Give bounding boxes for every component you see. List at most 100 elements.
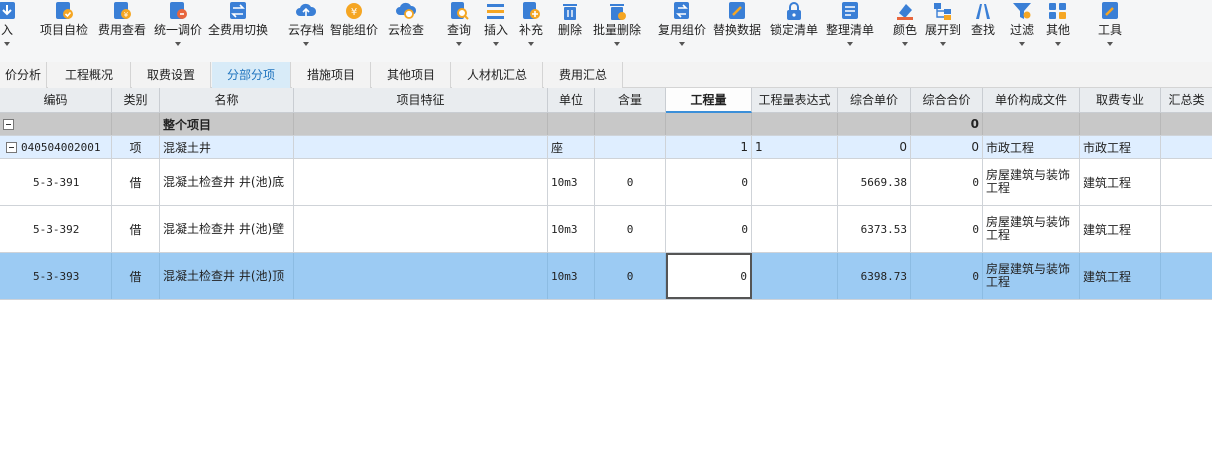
tab-other-items[interactable]: 其他项目 [372,62,451,88]
row-name[interactable]: 混凝土检查井 井(池)顶 [160,253,294,299]
collapse-icon[interactable] [3,118,14,130]
cloud-archive-button[interactable]: 云存档 [285,0,327,60]
row-total-price[interactable]: 0 [911,253,983,299]
table-row-total[interactable]: 整个项目 0 [0,113,1212,136]
row-feature[interactable] [294,206,548,252]
table-row-selected[interactable]: 5-3-393 借 混凝土检查井 井(池)顶 10m3 0 0 6398.73 … [0,253,1212,300]
row-content[interactable]: 0 [595,253,666,299]
row-unit[interactable]: 10m3 [548,159,595,205]
row-total-price[interactable]: 0 [911,159,983,205]
item-quantity-expr[interactable]: 1 [752,136,838,158]
query-button[interactable]: 查询 [443,0,475,60]
row-price-file[interactable]: 房屋建筑与装饰工程 [983,253,1080,299]
insert-button[interactable]: 插入 [480,0,512,60]
tab-price-analysis[interactable]: 价分析 [0,62,47,88]
lock-list-button[interactable]: 锁定清单 [767,0,821,60]
table-row[interactable]: 5-3-392 借 混凝土检查井 井(池)壁 10m3 0 0 6373.53 … [0,206,1212,253]
item-content[interactable] [595,136,666,158]
filter-button[interactable]: 过滤 [1006,0,1038,60]
cloud-check-button[interactable]: 云检查 [384,0,428,60]
header-name[interactable]: 名称 [160,88,294,113]
header-price-file[interactable]: 单价构成文件 [983,88,1080,113]
insert-icon [487,4,504,19]
color-button[interactable]: 颜色 [889,0,921,60]
row-name[interactable]: 混凝土检查井 井(池)壁 [160,206,294,252]
table-row-item[interactable]: 040504002001 项 混凝土井 座 1 1 0 0 市政工程 市政工程 [0,136,1212,159]
row-unit-price[interactable]: 6398.73 [838,253,911,299]
row-type: 借 [112,253,160,299]
chevron-down-icon [1055,42,1061,46]
row-unit[interactable]: 10m3 [548,253,595,299]
query-icon [451,2,469,20]
other-button[interactable]: 其他 [1042,0,1074,60]
find-icon [976,4,990,19]
table-row[interactable]: 5-3-391 借 混凝土检查井 井(池)底 10m3 0 0 5669.38 … [0,159,1212,206]
replace-data-button[interactable]: 替换数据 [710,0,764,60]
row-content[interactable]: 0 [595,159,666,205]
tab-measures[interactable]: 措施项目 [292,62,371,88]
project-check-button[interactable]: 项目自检 [37,0,91,60]
row-quantity[interactable]: 0 [666,206,752,252]
item-unit-price[interactable]: 0 [838,136,911,158]
row-price-file[interactable]: 房屋建筑与装饰工程 [983,159,1080,205]
tools-button[interactable]: 工具 [1094,0,1126,60]
row-unit-price[interactable]: 6373.53 [838,206,911,252]
tab-fee-summary[interactable]: 费用汇总 [544,62,623,88]
item-feature[interactable] [294,136,548,158]
chevron-down-icon [4,42,10,46]
fee-view-button[interactable]: ¥ 费用查看 [95,0,149,60]
expand-to-button[interactable]: 展开到 [921,0,965,60]
row-fee-major[interactable]: 建筑工程 [1080,206,1161,252]
item-name[interactable]: 混凝土井 [160,136,294,158]
item-fee-major[interactable]: 市政工程 [1080,136,1161,158]
header-code[interactable]: 编码 [0,88,112,113]
adjust-price-icon [170,2,187,19]
header-fee-major[interactable]: 取费专业 [1080,88,1161,113]
row-content[interactable]: 0 [595,206,666,252]
header-type[interactable]: 类别 [112,88,160,113]
organize-list-button[interactable]: 整理清单 [823,0,877,60]
header-quantity[interactable]: 工程量 [666,88,752,113]
header-unit-price[interactable]: 综合单价 [838,88,911,113]
row-quantity-expr[interactable] [752,253,838,299]
reuse-price-button[interactable]: 复用组价 [655,0,709,60]
item-total-price[interactable]: 0 [911,136,983,158]
collapse-icon[interactable] [6,141,17,153]
row-quantity-expr[interactable] [752,159,838,205]
full-fee-switch-button[interactable]: 全费用切换 [207,0,269,60]
batch-delete-button[interactable]: 批量删除 [590,0,644,60]
tab-project-overview[interactable]: 工程概况 [48,62,131,88]
header-total-price[interactable]: 综合合价 [911,88,983,113]
header-content[interactable]: 含量 [595,88,666,113]
delete-button[interactable]: 删除 [554,0,586,60]
tab-sub-items[interactable]: 分部分项 [212,62,291,88]
row-fee-major[interactable]: 建筑工程 [1080,159,1161,205]
item-price-file[interactable]: 市政工程 [983,136,1080,158]
row-quantity-focused[interactable]: 0 [666,253,752,299]
row-total-price[interactable]: 0 [911,206,983,252]
item-unit[interactable]: 座 [548,136,595,158]
import-button[interactable]: 入 [0,0,20,60]
row-type: 借 [112,159,160,205]
row-name[interactable]: 混凝土检查井 井(池)底 [160,159,294,205]
row-feature[interactable] [294,159,548,205]
header-quantity-expr[interactable]: 工程量表达式 [752,88,838,113]
organize-icon [842,2,858,19]
item-quantity[interactable]: 1 [666,136,752,158]
row-unit[interactable]: 10m3 [548,206,595,252]
tab-labor-material-summary[interactable]: 人材机汇总 [452,62,543,88]
header-summary-type[interactable]: 汇总类 [1161,88,1212,113]
row-feature[interactable] [294,253,548,299]
smart-price-button[interactable]: ¥ 智能组价 [327,0,381,60]
row-unit-price[interactable]: 5669.38 [838,159,911,205]
row-price-file[interactable]: 房屋建筑与装饰工程 [983,206,1080,252]
row-quantity-expr[interactable] [752,206,838,252]
find-button[interactable]: 查找 [967,0,999,60]
tab-fee-settings[interactable]: 取费设置 [132,62,211,88]
header-unit[interactable]: 单位 [548,88,595,113]
row-fee-major[interactable]: 建筑工程 [1080,253,1161,299]
supplement-button[interactable]: 补充 [515,0,547,60]
adjust-price-button[interactable]: 统一调价 [151,0,205,60]
header-feature[interactable]: 项目特征 [294,88,548,113]
row-quantity[interactable]: 0 [666,159,752,205]
